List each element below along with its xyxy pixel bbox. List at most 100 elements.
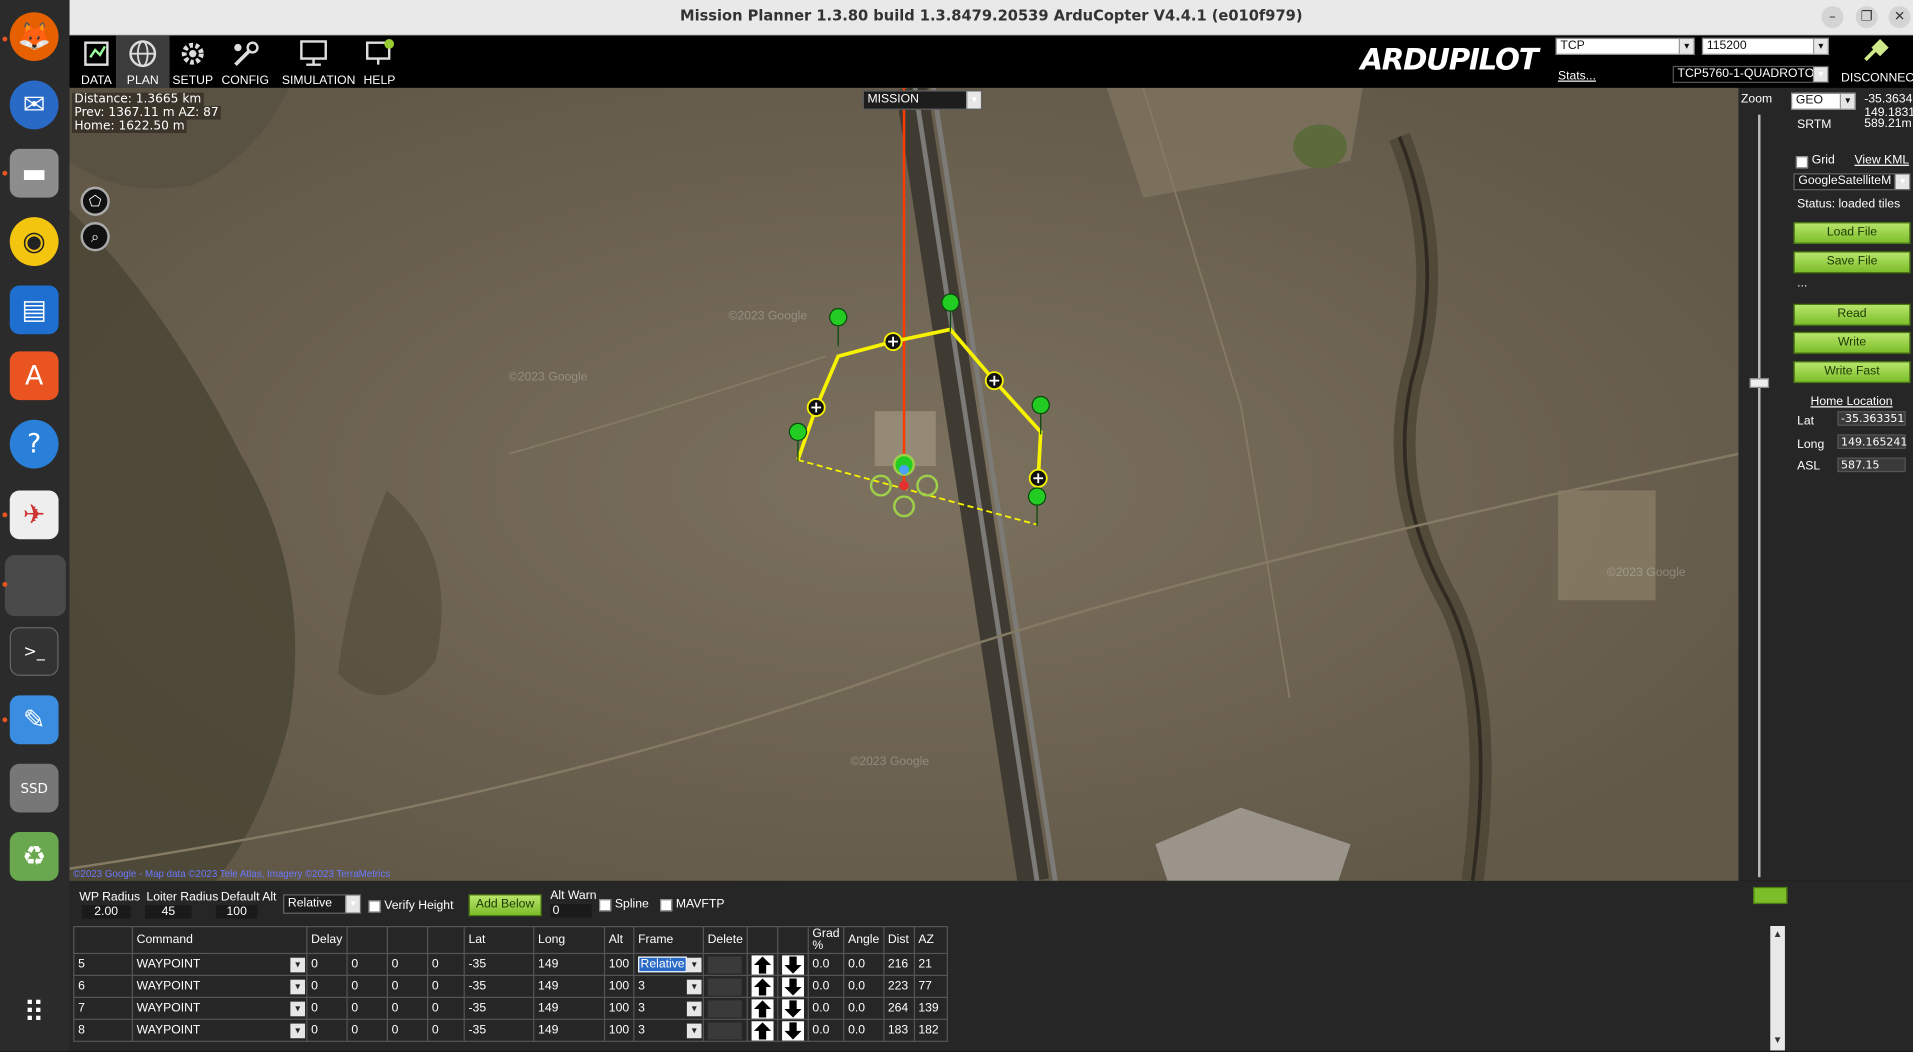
baud-rate-select[interactable]: 115200 ▾ xyxy=(1701,37,1829,55)
long-cell[interactable]: 149 xyxy=(533,996,606,1020)
long-cell[interactable]: 149 xyxy=(533,952,606,977)
long-cell[interactable]: 149 xyxy=(533,974,606,998)
home-lat-input[interactable]: -35.363351 xyxy=(1837,411,1906,426)
zoom-tool-icon[interactable]: ⌕ xyxy=(80,222,110,252)
app-center-icon[interactable]: A xyxy=(9,351,59,401)
command-select[interactable]: WAYPOINT ▾ xyxy=(131,1018,308,1042)
spline-checkbox[interactable] xyxy=(599,899,612,912)
expand-panel-button[interactable] xyxy=(1753,886,1788,905)
delay-cell[interactable]: 0 xyxy=(306,974,348,998)
delete-button[interactable] xyxy=(707,955,742,973)
param4-cell[interactable]: 0 xyxy=(427,1018,465,1042)
write-fast-button[interactable]: Write Fast xyxy=(1793,361,1911,384)
polygon-tool-icon[interactable]: ⬠ xyxy=(80,186,110,216)
wp-radius-input[interactable]: 2.00 xyxy=(81,905,131,919)
tab-simulation[interactable]: SIMULATION xyxy=(282,35,356,88)
scroll-down-icon[interactable]: ▼ xyxy=(1773,1035,1783,1046)
arrow-down-icon[interactable] xyxy=(781,954,804,975)
delete-cell[interactable] xyxy=(702,952,748,977)
lat-cell[interactable]: -35 xyxy=(463,1018,535,1042)
tab-config[interactable]: CONFIG xyxy=(218,35,272,88)
stats-link[interactable]: Stats... xyxy=(1558,70,1596,83)
firefox-icon[interactable]: 🦊 xyxy=(9,12,59,62)
command-select[interactable]: WAYPOINT ▾ xyxy=(131,996,308,1020)
delay-cell[interactable]: 0 xyxy=(306,996,348,1020)
map-type-select[interactable]: GoogleSatelliteM ▾ xyxy=(1793,173,1911,191)
frame-select[interactable]: Relative ▾ xyxy=(633,952,704,977)
vehicle-select[interactable]: TCP5760-1-QUADROTOR ▾ xyxy=(1672,65,1829,83)
param2-cell[interactable]: 0 xyxy=(346,1018,388,1042)
move-down-cell[interactable] xyxy=(777,952,809,977)
move-down-cell[interactable] xyxy=(777,974,809,998)
arrow-up-icon[interactable] xyxy=(751,1020,774,1041)
arrow-down-icon[interactable] xyxy=(781,976,804,997)
command-select[interactable]: WAYPOINT ▾ xyxy=(131,974,308,998)
home-asl-input[interactable]: 587.15 xyxy=(1837,457,1906,473)
writer-icon[interactable]: ▤ xyxy=(9,285,59,335)
help-icon[interactable]: ? xyxy=(9,419,59,469)
delay-cell[interactable]: 0 xyxy=(306,952,348,977)
param3-cell[interactable]: 0 xyxy=(386,952,429,977)
alt-cell[interactable]: 100 xyxy=(603,996,635,1020)
connection-type-select[interactable]: TCP ▾ xyxy=(1555,37,1695,55)
table-scrollbar[interactable] xyxy=(1770,926,1785,1051)
delete-cell[interactable] xyxy=(702,1018,748,1042)
arrow-up-icon[interactable] xyxy=(751,998,774,1019)
arrow-up-icon[interactable] xyxy=(751,976,774,997)
files-icon[interactable]: ▬ xyxy=(9,148,59,198)
thunderbird-icon[interactable]: ✉ xyxy=(9,80,59,130)
long-cell[interactable]: 149 xyxy=(533,1018,606,1042)
mavftp-checkbox[interactable] xyxy=(660,899,673,912)
param2-cell[interactable]: 0 xyxy=(346,996,388,1020)
zoom-slider-thumb[interactable] xyxy=(1749,378,1770,388)
save-file-button[interactable]: Save File xyxy=(1793,251,1911,274)
arrow-down-icon[interactable] xyxy=(781,998,804,1019)
move-up-cell[interactable] xyxy=(746,952,779,977)
tab-setup[interactable]: SETUP xyxy=(166,35,220,88)
param3-cell[interactable]: 0 xyxy=(386,1018,429,1042)
grid-checkbox[interactable] xyxy=(1795,156,1809,169)
move-down-cell[interactable] xyxy=(777,996,809,1020)
alt-cell[interactable]: 100 xyxy=(603,974,635,998)
frame-select[interactable]: 3 ▾ xyxy=(633,974,704,998)
move-up-cell[interactable] xyxy=(746,974,779,998)
table-row[interactable]: 5 WAYPOINT ▾ 0 0 0 0 -35 149 100 Relative ▾ 0.0 0.0 21… xyxy=(73,952,948,977)
verify-height-checkbox[interactable] xyxy=(368,900,381,913)
arrow-up-icon[interactable] xyxy=(751,954,774,975)
param4-cell[interactable]: 0 xyxy=(427,974,465,998)
scroll-up-icon[interactable]: ▲ xyxy=(1773,928,1783,939)
add-below-button[interactable]: Add Below xyxy=(468,894,542,917)
view-kml-link[interactable]: View KML xyxy=(1854,154,1909,167)
command-select[interactable]: WAYPOINT ▾ xyxy=(131,952,308,977)
map-view[interactable]: ©2023 Google ©2023 Google ©2023 Google ©… xyxy=(69,87,1739,881)
table-row[interactable]: 7 WAYPOINT ▾ 0 0 0 0 -35 149 100 3 ▾ 0.0 0.0 264 139 xyxy=(73,996,948,1020)
coord-system-select[interactable]: GEO ▾ xyxy=(1791,92,1856,110)
home-long-input[interactable]: 149.165241 xyxy=(1837,434,1907,449)
text-editor-icon[interactable]: ✎ xyxy=(9,695,59,745)
lat-cell[interactable]: -35 xyxy=(463,952,535,977)
param3-cell[interactable]: 0 xyxy=(386,996,429,1020)
alt-cell[interactable]: 100 xyxy=(603,952,635,977)
move-down-cell[interactable] xyxy=(777,1018,809,1042)
delete-button[interactable] xyxy=(707,977,742,995)
close-icon[interactable]: ✕ xyxy=(1888,6,1911,29)
frame-select[interactable]: 3 ▾ xyxy=(633,996,704,1020)
default-alt-input[interactable]: 100 xyxy=(215,905,258,919)
mission-type-select[interactable]: MISSION ▾ xyxy=(862,90,983,110)
maximize-icon[interactable]: ❐ xyxy=(1855,6,1878,29)
alt-warn-input[interactable]: 0 xyxy=(550,904,592,918)
ssd-icon[interactable]: SSD xyxy=(9,763,59,813)
delete-cell[interactable] xyxy=(702,996,748,1020)
terminal-icon[interactable]: >_ xyxy=(9,627,59,676)
mission-planner-icon[interactable]: ✈ xyxy=(9,490,59,540)
alt-cell[interactable]: 100 xyxy=(603,1018,635,1042)
table-row[interactable]: 6 WAYPOINT ▾ 0 0 0 0 -35 149 100 3 ▾ 0.0 0.0 223 77 xyxy=(73,974,948,998)
table-row[interactable]: 8 WAYPOINT ▾ 0 0 0 0 -35 149 100 3 ▾ 0.0 0.0 183 182 xyxy=(73,1018,948,1042)
delay-cell[interactable]: 0 xyxy=(306,1018,348,1042)
move-up-cell[interactable] xyxy=(746,1018,779,1042)
delete-cell[interactable] xyxy=(702,974,748,998)
read-button[interactable]: Read xyxy=(1793,303,1911,326)
delete-button[interactable] xyxy=(707,999,742,1017)
move-up-cell[interactable] xyxy=(746,996,779,1020)
param2-cell[interactable]: 0 xyxy=(346,974,388,998)
